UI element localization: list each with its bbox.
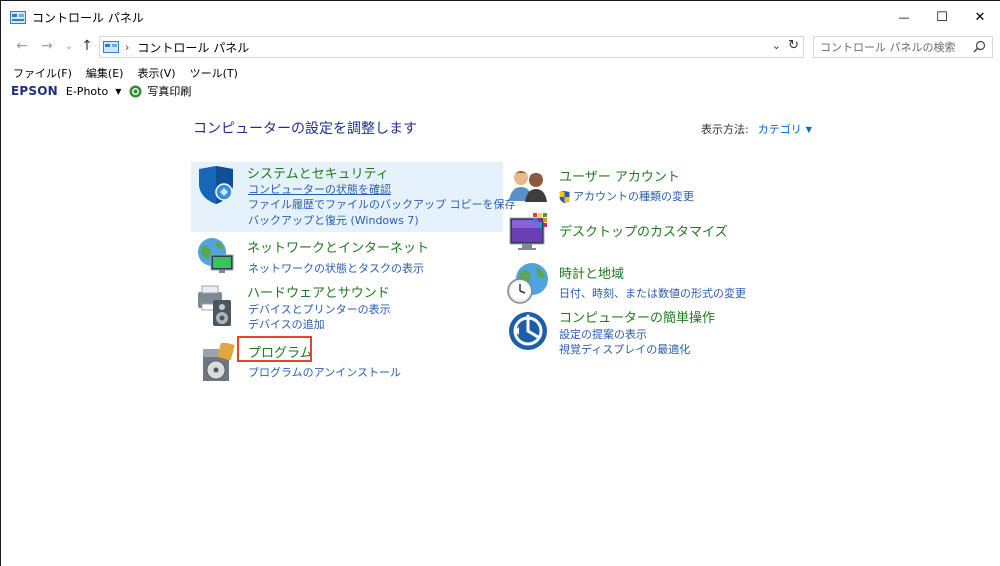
shield-icon (199, 166, 233, 204)
link-change-account-type[interactable]: アカウントの種類の変更 (559, 188, 694, 204)
control-panel-icon (10, 10, 26, 24)
close-icon: ✕ (974, 9, 986, 25)
view-by-dropdown[interactable]: カテゴリ (758, 121, 802, 137)
ease-of-access-icon (509, 312, 547, 350)
recent-locations-button[interactable]: ⌄ (60, 36, 78, 56)
minimize-icon: — (898, 10, 910, 24)
maximize-icon: ☐ (936, 9, 948, 25)
view-by: 表示方法: カテゴリ ▼ (701, 121, 812, 137)
arrow-left-icon: ← (16, 38, 28, 54)
search-input[interactable] (820, 40, 970, 54)
chevron-down-icon: ⌄ (64, 40, 74, 52)
link-suggested-settings[interactable]: 設定の提案の表示 (559, 326, 647, 342)
window-title: コントロール パネル (32, 10, 144, 25)
search-icon[interactable] (973, 40, 986, 53)
link-devices-printers[interactable]: デバイスとプリンターの表示 (248, 301, 391, 317)
printer-speaker-icon (198, 285, 231, 326)
epson-toolbar: EPSON E-Photo ▼ 写真印刷 (11, 83, 191, 99)
uac-shield-icon (559, 191, 570, 203)
link-backup-restore-win7[interactable]: バックアップと復元 (Windows 7) (248, 212, 419, 228)
arrow-up-icon: ↑ (81, 38, 93, 54)
close-button[interactable]: ✕ (957, 1, 1000, 33)
category-title-desktop-customization[interactable]: デスクトップのカスタマイズ (559, 221, 728, 240)
menu-file[interactable]: ファイル(F) (13, 65, 72, 81)
ephoto-dropdown-icon[interactable]: ▼ (115, 87, 121, 96)
control-panel-window: コントロール パネル — ☐ ✕ ← → ⌄ ↑ › コントロール パネル ⌄ … (0, 0, 1000, 566)
address-bar[interactable]: › コントロール パネル ⌄ ↻ (99, 36, 804, 58)
menu-bar: ファイル(F) 編集(E) 表示(V) ツール(T) (13, 65, 252, 81)
link-file-history-backup[interactable]: ファイル履歴でファイルのバックアップ コピーを保存 (248, 196, 516, 212)
photo-print-button[interactable]: 写真印刷 (147, 83, 191, 99)
menu-tools[interactable]: ツール(T) (190, 65, 238, 81)
title-bar: コントロール パネル — ☐ ✕ (1, 1, 1000, 33)
link-network-status-tasks[interactable]: ネットワークの状態とタスクの表示 (248, 260, 424, 276)
link-uninstall-program[interactable]: プログラムのアンインストール (248, 364, 401, 380)
forward-button[interactable]: → (38, 36, 56, 56)
programs-icon (203, 343, 235, 381)
annotation-highlight-box (237, 336, 312, 362)
menu-edit[interactable]: 編集(E) (86, 65, 124, 81)
arrow-right-icon: → (41, 38, 53, 54)
category-title-network-internet[interactable]: ネットワークとインターネット (247, 237, 429, 256)
category-title-ease-of-access[interactable]: コンピューターの簡単操作 (559, 307, 715, 326)
link-change-date-time-format[interactable]: 日付、時刻、または数値の形式の変更 (559, 285, 746, 301)
chevron-down-icon[interactable]: ▼ (806, 125, 812, 134)
up-button[interactable]: ↑ (78, 36, 96, 56)
view-by-label: 表示方法: (701, 123, 749, 136)
clock-globe-icon (507, 263, 548, 304)
breadcrumb-separator: › (125, 40, 130, 54)
category-title-hardware-sound[interactable]: ハードウェアとサウンド (247, 282, 390, 301)
refresh-button[interactable]: ↻ (788, 38, 799, 53)
category-title-clock-region[interactable]: 時計と地域 (559, 263, 624, 282)
link-change-account-type-label[interactable]: アカウントの種類の変更 (573, 190, 694, 203)
control-panel-icon (103, 41, 119, 53)
breadcrumb-control-panel[interactable]: コントロール パネル (137, 39, 249, 56)
category-title-system-security[interactable]: システムとセキュリティ (247, 163, 389, 182)
ephoto-button[interactable]: E-Photo (66, 85, 108, 98)
search-box[interactable] (813, 36, 993, 58)
network-globe-icon (198, 238, 234, 273)
menu-view[interactable]: 表示(V) (137, 65, 175, 81)
link-optimize-visual-display[interactable]: 視覚ディスプレイの最適化 (559, 341, 690, 357)
epson-logo: EPSON (11, 84, 58, 98)
page-title: コンピューターの設定を調整します (193, 121, 417, 137)
navigation-bar: ← → ⌄ ↑ › コントロール パネル ⌄ ↻ (1, 34, 1000, 58)
desktop-palette-icon (509, 213, 547, 250)
refresh-icon: ↻ (788, 38, 799, 53)
photo-print-icon (129, 85, 142, 97)
link-check-computer-status[interactable]: コンピューターの状態を確認 (248, 181, 391, 197)
category-title-user-accounts[interactable]: ユーザー アカウント (559, 166, 680, 185)
link-add-device[interactable]: デバイスの追加 (248, 316, 325, 332)
chevron-down-icon: ⌄ (771, 39, 781, 52)
users-icon (509, 171, 547, 202)
address-dropdown-button[interactable]: ⌄ (772, 39, 781, 52)
back-button[interactable]: ← (13, 36, 31, 56)
